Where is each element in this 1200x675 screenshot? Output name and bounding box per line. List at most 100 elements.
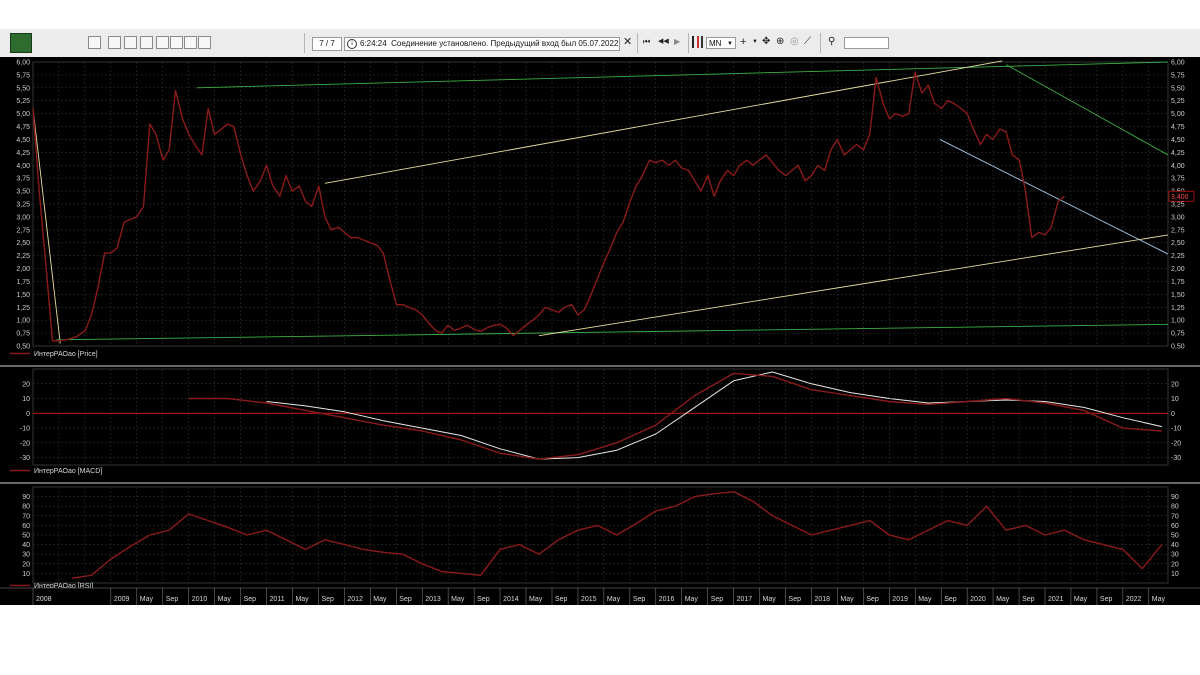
macd-panel-label: ИнтерРАОао [MACD] (34, 468, 102, 475)
macd-y-tick-left: -10 (20, 426, 30, 433)
chart-area[interactable]: 6,00 6,00 5,75 5,75 5,50 5,50 5,25 5,25 5,00 5,00… (0, 57, 1200, 609)
rsi-y-tick-right: 30 (1171, 552, 1179, 559)
macd-y-tick-right: 0 (1171, 411, 1175, 418)
x-tick-label: Sep (944, 596, 957, 603)
price-y-tick-right: 4,50 (1171, 137, 1185, 144)
rsi-y-tick-right: 60 (1171, 523, 1179, 530)
price-y-tick-left: 5,50 (16, 85, 30, 92)
x-tick-label: 2021 (1048, 596, 1064, 603)
rsi-y-tick-right: 50 (1171, 533, 1179, 540)
ruler-icon[interactable]: ⟋ (804, 36, 811, 48)
price-y-tick-right: 4,25 (1171, 150, 1185, 157)
refresh-icon[interactable] (88, 36, 101, 49)
list-icon[interactable] (156, 36, 169, 49)
portfolio-icon[interactable] (198, 36, 211, 49)
price-y-tick-left: 3,25 (16, 202, 30, 209)
x-tick-label: May (1074, 596, 1088, 603)
price-y-tick-left: 1,25 (16, 305, 30, 312)
x-tick-label: May (451, 596, 465, 603)
price-y-tick-right: 1,00 (1171, 318, 1185, 325)
x-tick-label: 2019 (892, 596, 908, 603)
search-input[interactable] (844, 37, 889, 49)
status-time: 6:24:24 (360, 39, 387, 48)
x-tick-label: Sep (1100, 596, 1113, 603)
nav-next-icon[interactable]: ▶ (674, 36, 680, 48)
nav-prev-button[interactable]: ◀◀ (658, 36, 669, 48)
price-y-tick-left: 1,75 (16, 279, 30, 286)
x-tick-label: May (1152, 596, 1166, 603)
x-tick-label: May (763, 596, 777, 603)
x-tick-label: 2011 (270, 596, 285, 603)
circle-icon[interactable]: ◎ (790, 36, 799, 48)
x-tick-label: May (918, 596, 932, 603)
move-icon[interactable]: ✥ (762, 36, 770, 48)
search-icon[interactable]: ⚲ (828, 36, 835, 48)
page-indicator[interactable]: 7 / 7 (312, 37, 342, 51)
alert-icon[interactable] (214, 36, 227, 49)
x-tick-label: Sep (399, 596, 412, 603)
price-y-tick-left: 5,75 (16, 72, 30, 79)
connect-icon[interactable] (68, 36, 81, 49)
close-status-button[interactable]: ✕ (623, 36, 632, 48)
nav-first-button[interactable]: ⏮ (643, 36, 650, 48)
target-icon[interactable]: ⊕ (776, 36, 784, 48)
price-y-tick-left: 3,00 (16, 214, 30, 221)
x-tick-label: May (996, 596, 1010, 603)
table-icon[interactable] (124, 36, 137, 49)
orders-icon[interactable] (140, 36, 153, 49)
hand-right-icon[interactable] (270, 36, 283, 49)
toolbar-separator (637, 33, 638, 53)
x-tick-label: 2014 (503, 596, 519, 603)
price-y-tick-right: 1,75 (1171, 279, 1185, 286)
x-tick-label: 2016 (659, 596, 675, 603)
chart-background (0, 57, 1200, 605)
price-y-tick-left: 1,50 (16, 292, 30, 299)
chart-window-icon[interactable] (184, 36, 197, 49)
x-axis-strip (0, 588, 1200, 605)
chart-type-icon[interactable] (692, 36, 704, 48)
price-y-tick-left: 4,25 (16, 150, 30, 157)
timeframe-select[interactable]: MN ▼ (706, 37, 736, 49)
x-tick-label: May (840, 596, 854, 603)
x-tick-label: May (607, 596, 621, 603)
last-price-badge: 3,400 (1171, 194, 1189, 201)
x-tick-label: May (685, 596, 699, 603)
zoom-window-icon[interactable] (170, 36, 183, 49)
macd-y-tick-right: -30 (1171, 455, 1181, 462)
x-tick-label: May (373, 596, 387, 603)
x-tick-label: Sep (321, 596, 334, 603)
rsi-y-tick-left: 10 (22, 571, 30, 578)
price-y-tick-left: 3,50 (16, 189, 30, 196)
price-y-tick-right: 5,50 (1171, 85, 1185, 92)
connection-status: i 6:24:24 Соединение установлено. Предыду… (344, 37, 620, 51)
macd-y-tick-right: 20 (1171, 381, 1179, 388)
price-y-tick-right: 2,00 (1171, 266, 1185, 273)
text-tool-icon[interactable] (228, 36, 241, 49)
x-tick-label: May (295, 596, 309, 603)
price-y-tick-right: 2,50 (1171, 240, 1185, 247)
x-tick-label: 2017 (737, 596, 753, 603)
price-y-tick-right: 0,75 (1171, 331, 1185, 338)
rsi-y-tick-left: 90 (22, 494, 30, 501)
rsi-y-tick-left: 80 (22, 504, 30, 511)
price-y-tick-right: 2,25 (1171, 253, 1185, 260)
hand-icon[interactable] (242, 36, 255, 49)
price-y-tick-right: 5,25 (1171, 98, 1185, 105)
macd-y-tick-right: 10 (1171, 396, 1179, 403)
price-panel-label: ИнтерРАОао [Price] (34, 351, 98, 358)
x-tick-label: Sep (555, 596, 568, 603)
timeframe-value: MN (709, 39, 722, 48)
price-y-tick-left: 4,50 (16, 137, 30, 144)
x-tick-label: 2015 (581, 596, 597, 603)
x-tick-label: 2010 (192, 596, 208, 603)
chevron-down-icon[interactable]: ▼ (752, 36, 758, 48)
window-icon[interactable] (108, 36, 121, 49)
hand-left-icon[interactable] (256, 36, 269, 49)
terminal-window: 7 / 7 i 6:24:24 Соединение установлено. П… (0, 0, 1200, 675)
x-tick-label: 2012 (347, 596, 363, 603)
crosshair-icon[interactable]: + (740, 36, 746, 48)
arrow-right-icon[interactable] (54, 36, 67, 49)
status-message: Соединение установлено. Предыдущий вход … (391, 39, 619, 48)
x-tick-label: 2020 (970, 596, 986, 603)
exchange-icon[interactable] (284, 36, 297, 49)
